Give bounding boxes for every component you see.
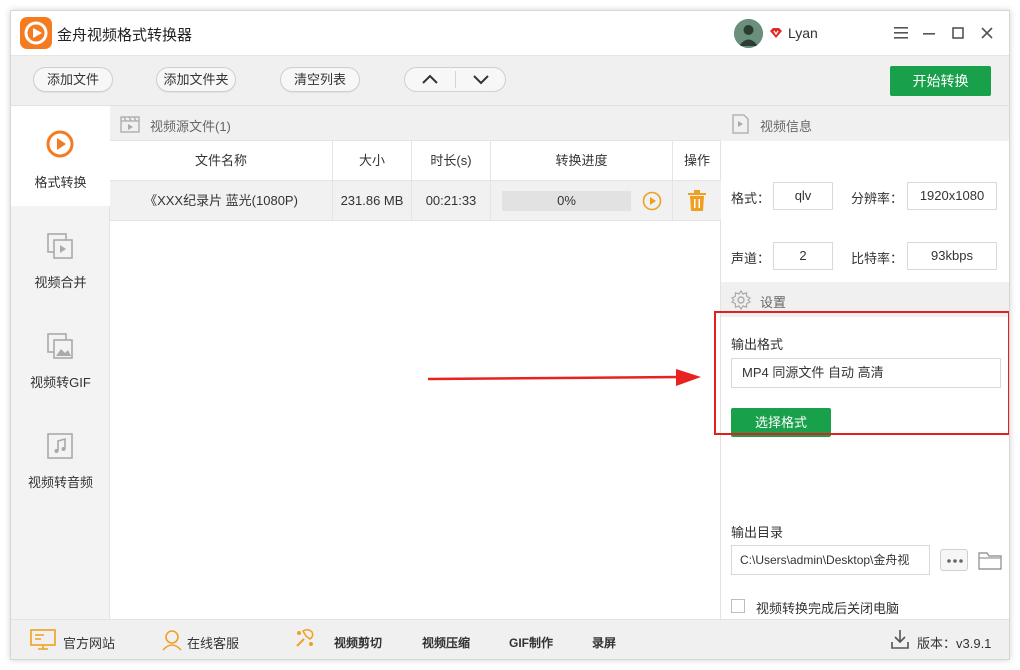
- video-info-title: 视频信息: [760, 119, 813, 134]
- tools-icon: [296, 628, 314, 647]
- video-file-icon: [120, 116, 140, 133]
- start-convert-button[interactable]: 开始转换: [890, 66, 991, 96]
- shutdown-checkbox[interactable]: [731, 599, 745, 613]
- highlight-box: [714, 311, 1009, 435]
- sidebar-item-video-gif[interactable]: 视频转GIF: [11, 306, 110, 406]
- settings-title: 设置: [760, 295, 787, 310]
- file-list-panel: 视频源文件(1) 文件名称 大小 时长(s) 转换进度 操作 《XXX纪录片 蓝…: [110, 106, 721, 619]
- channels-value: 2: [773, 242, 833, 270]
- file-duration: 00:21:33: [412, 181, 491, 221]
- audio-icon: [47, 433, 73, 459]
- annotation-arrow-icon: [427, 369, 701, 386]
- column-header-progress: 转换进度: [491, 141, 673, 181]
- minimize-button[interactable]: [918, 22, 940, 44]
- sidebar-item-label: 格式转换: [34, 175, 87, 190]
- file-name: 《XXX纪录片 蓝光(1080P): [110, 181, 333, 221]
- column-header-duration: 时长(s): [412, 141, 491, 181]
- maximize-icon: [952, 27, 964, 39]
- sidebar: 格式转换 视频合并 视频转GIF 视频转音频: [11, 106, 110, 619]
- support-icon: [162, 630, 182, 651]
- resolution-label: 分辨率：: [851, 191, 904, 206]
- folder-icon: [978, 552, 1002, 570]
- add-file-button[interactable]: 添加文件: [33, 67, 113, 92]
- video-info-header: 视频信息: [721, 106, 1009, 141]
- video-compress-link[interactable]: 视频压缩: [422, 634, 470, 651]
- output-dir-label: 输出目录: [731, 525, 784, 540]
- close-button[interactable]: [976, 22, 998, 44]
- record-link[interactable]: 录屏: [592, 634, 616, 651]
- minimize-icon: [923, 33, 935, 35]
- channels-label: 声道：: [731, 251, 771, 266]
- browse-more-button[interactable]: [940, 549, 968, 571]
- maximize-button[interactable]: [947, 22, 969, 44]
- move-buttons: [404, 67, 506, 92]
- file-list-title: 视频源文件(1): [150, 119, 231, 134]
- sidebar-item-format-convert[interactable]: 格式转换: [11, 106, 110, 206]
- website-link[interactable]: 官方网站: [63, 633, 115, 652]
- format-label: 格式：: [731, 191, 771, 206]
- close-icon: [981, 27, 993, 39]
- progress-bar: 0%: [502, 191, 631, 211]
- output-dir-field[interactable]: C:\Users\admin\Desktop\金舟视: [731, 545, 930, 575]
- download-icon: [891, 630, 909, 649]
- toolbar: 添加文件 添加文件夹 清空列表 开始转换: [11, 56, 1009, 106]
- format-value: qlv: [773, 182, 833, 210]
- column-header-action: 操作: [673, 141, 721, 181]
- clear-list-button[interactable]: 清空列表: [280, 67, 360, 92]
- title-bar: 金舟视频格式转换器 Lyan: [11, 11, 1009, 56]
- video-cut-link[interactable]: 视频剪切: [334, 634, 382, 651]
- gif-make-link[interactable]: GIF制作: [509, 634, 553, 651]
- app-logo-icon: [20, 17, 52, 49]
- version-label[interactable]: 版本：v3.9.1: [917, 633, 991, 652]
- shutdown-label: 视频转换完成后关闭电脑: [756, 601, 900, 616]
- gear-icon: [731, 290, 751, 310]
- menu-icon: [894, 27, 908, 39]
- bitrate-label: 比特率：: [851, 251, 904, 266]
- sidebar-item-label: 视频转音频: [27, 475, 93, 490]
- bottom-bar: 官方网站 在线客服 视频剪切 视频压缩 GIF制作 录屏 版本：v3.9.1: [11, 619, 1009, 659]
- merge-icon: [47, 233, 73, 259]
- add-folder-button[interactable]: 添加文件夹: [156, 67, 236, 92]
- app-window: 金舟视频格式转换器 Lyan 添加文件 添加文件夹 清空列表 开始转换 格式转换…: [10, 10, 1010, 660]
- file-list-header: 视频源文件(1): [110, 106, 721, 141]
- user-avatar[interactable]: [734, 19, 763, 48]
- sidebar-item-label: 视频转GIF: [30, 375, 91, 390]
- chevron-down-icon: [473, 75, 489, 85]
- table-row[interactable]: 《XXX纪录片 蓝光(1080P) 231.86 MB 00:21:33 0%: [110, 181, 721, 221]
- open-folder-button[interactable]: [978, 549, 1002, 571]
- vip-icon: [770, 28, 782, 38]
- resolution-value: 1920x1080: [907, 182, 997, 210]
- video-info-icon: [732, 114, 749, 134]
- more-icon: [947, 559, 963, 563]
- move-down-button[interactable]: [456, 68, 505, 91]
- move-up-button[interactable]: [405, 68, 455, 91]
- username[interactable]: Lyan: [788, 25, 818, 41]
- play-icon[interactable]: [642, 191, 662, 211]
- gif-icon: [47, 333, 73, 359]
- sidebar-item-label: 视频合并: [34, 275, 87, 290]
- column-header-name: 文件名称: [110, 141, 333, 181]
- app-title: 金舟视频格式转换器: [57, 27, 193, 44]
- file-size: 231.86 MB: [333, 181, 412, 221]
- column-header-size: 大小: [333, 141, 412, 181]
- chevron-up-icon: [422, 74, 438, 84]
- sidebar-item-video-merge[interactable]: 视频合并: [11, 206, 110, 306]
- support-link[interactable]: 在线客服: [187, 633, 239, 652]
- monitor-icon: [30, 629, 56, 650]
- sidebar-item-video-audio[interactable]: 视频转音频: [11, 406, 110, 506]
- delete-icon[interactable]: [687, 190, 707, 212]
- bitrate-value: 93kbps: [907, 242, 997, 270]
- convert-icon: [46, 130, 74, 158]
- menu-button[interactable]: [890, 22, 912, 44]
